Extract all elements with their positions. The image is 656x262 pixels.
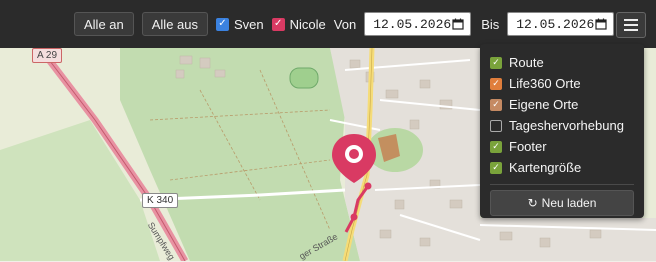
person-label-sven: Sven	[234, 16, 264, 32]
from-date-input[interactable]: 12.05.2026	[364, 12, 472, 36]
person-label-nicole: Nicole	[289, 16, 326, 32]
checkbox-life360-places[interactable]: ✓	[490, 77, 502, 90]
from-date-value: 12.05.2026	[373, 16, 452, 32]
menu-item-label: Eigene Orte	[509, 97, 579, 112]
top-toolbar: Alle an Alle aus ✓ Sven ✓ Nicole Von 12.…	[0, 0, 656, 48]
menu-divider	[490, 184, 634, 185]
settings-menu: ✓ Route ✓ Life360 Orte ✓ Eigene Orte Tag…	[480, 44, 644, 218]
person-toggle-sven[interactable]: ✓ Sven	[216, 17, 264, 32]
calendar-icon[interactable]	[452, 18, 464, 30]
checkbox-day-highlight[interactable]	[490, 119, 502, 132]
to-date-input[interactable]: 12.05.2026	[507, 12, 615, 36]
menu-item-life360-places[interactable]: ✓ Life360 Orte	[490, 73, 634, 94]
menu-item-label: Life360 Orte	[509, 76, 581, 91]
checkbox-nicole[interactable]: ✓	[271, 17, 285, 31]
from-label: Von	[333, 16, 357, 32]
to-label: Bis	[481, 16, 500, 32]
calendar-icon[interactable]	[595, 18, 607, 30]
menu-item-label: Tageshervorhebung	[509, 118, 624, 133]
checkbox-map-size[interactable]: ✓	[490, 161, 502, 174]
menu-item-own-places[interactable]: ✓ Eigene Orte	[490, 94, 634, 115]
checkbox-sven[interactable]: ✓	[216, 17, 229, 31]
checkbox-route[interactable]: ✓	[490, 56, 502, 69]
checkbox-own-places[interactable]: ✓	[490, 98, 502, 111]
menu-item-map-size[interactable]: ✓ Kartengröße	[490, 157, 634, 178]
to-date-value: 12.05.2026	[516, 16, 595, 32]
menu-item-route[interactable]: ✓ Route	[490, 52, 634, 73]
menu-item-label: Footer	[509, 139, 547, 154]
all-off-button[interactable]: Alle aus	[141, 12, 208, 36]
menu-item-label: Kartengröße	[509, 160, 582, 175]
person-toggle-nicole[interactable]: ✓ Nicole	[271, 16, 326, 32]
all-on-button[interactable]: Alle an	[74, 12, 134, 36]
reload-label: Neu laden	[541, 196, 597, 210]
menu-item-day-highlight[interactable]: Tageshervorhebung	[490, 115, 634, 136]
refresh-icon: ↻	[527, 196, 538, 210]
checkbox-footer[interactable]: ✓	[490, 140, 502, 153]
road-label-county: K 340	[142, 193, 179, 208]
menu-item-footer[interactable]: ✓ Footer	[490, 136, 634, 157]
hamburger-icon[interactable]	[616, 12, 646, 38]
reload-button[interactable]: ↻ Neu laden	[490, 190, 634, 216]
road-label-motorway: A 29	[32, 48, 63, 63]
menu-item-label: Route	[509, 55, 544, 70]
